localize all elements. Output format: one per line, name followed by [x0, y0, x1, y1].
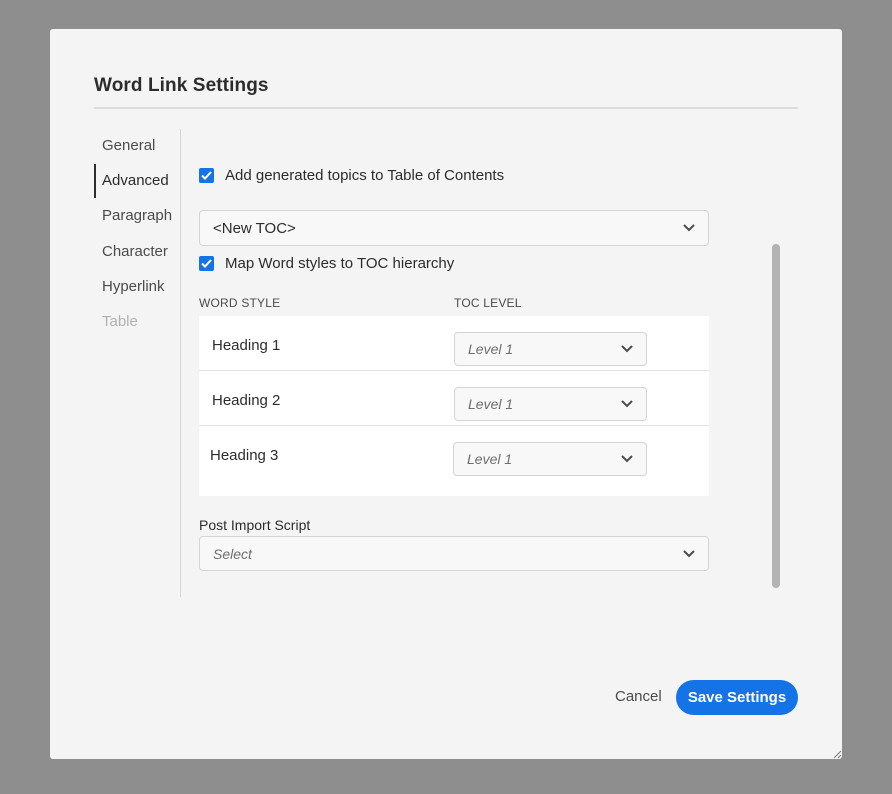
nav-item-advanced[interactable]: Advanced: [94, 164, 174, 198]
title-divider: [94, 107, 798, 109]
toc-level-value: Level 1: [468, 341, 514, 357]
add-to-toc-checkbox[interactable]: [199, 168, 214, 183]
save-settings-button[interactable]: Save Settings: [676, 680, 798, 715]
map-styles-option: Map Word styles to TOC hierarchy: [199, 255, 454, 272]
toc-level-value: Level 1: [468, 396, 514, 412]
toc-level-select[interactable]: Level 1: [454, 387, 647, 421]
table-row: Heading 2 Level 1: [199, 371, 709, 426]
chevron-down-icon: [683, 549, 695, 557]
post-import-script-select[interactable]: Select: [199, 536, 709, 571]
checkmark-icon: [201, 259, 212, 268]
dialog-title: Word Link Settings: [94, 75, 269, 96]
content-scrollbar[interactable]: [772, 244, 780, 588]
nav-item-hyperlink[interactable]: Hyperlink: [94, 270, 174, 304]
cancel-button[interactable]: Cancel: [615, 688, 662, 705]
toc-level-value: Level 1: [467, 451, 513, 467]
settings-dialog: Word Link Settings General Advanced Para…: [50, 29, 842, 759]
toc-select[interactable]: <New TOC>: [199, 210, 709, 246]
word-style-label: Heading 2: [212, 392, 281, 409]
word-style-label: Heading 1: [212, 337, 281, 354]
toc-level-select[interactable]: Level 1: [453, 442, 647, 476]
style-mapping-table: Heading 1 Level 1 Heading 2 Level 1 Head…: [199, 316, 709, 496]
chevron-down-icon: [621, 455, 633, 463]
table-row: Heading 1 Level 1: [199, 316, 709, 371]
nav-item-table: Table: [102, 313, 138, 330]
post-import-script-label: Post Import Script: [199, 517, 311, 533]
toc-level-select[interactable]: Level 1: [454, 332, 647, 366]
toc-level-column-header: TOC LEVEL: [454, 296, 522, 310]
chevron-down-icon: [621, 345, 633, 353]
add-to-toc-option: Add generated topics to Table of Content…: [199, 167, 504, 184]
nav-item-character[interactable]: Character: [94, 235, 174, 269]
chevron-down-icon: [683, 224, 695, 232]
resize-grip-icon[interactable]: [830, 747, 842, 759]
map-styles-checkbox[interactable]: [199, 256, 214, 271]
checkmark-icon: [201, 171, 212, 180]
nav-item-general[interactable]: General: [94, 129, 174, 163]
toc-select-value: <New TOC>: [213, 219, 296, 237]
table-row: Heading 3 Level 1: [199, 426, 709, 481]
word-style-label: Heading 3: [210, 447, 279, 464]
map-styles-label: Map Word styles to TOC hierarchy: [225, 255, 455, 272]
nav-item-paragraph[interactable]: Paragraph: [94, 199, 174, 233]
word-style-column-header: WORD STYLE: [199, 296, 281, 310]
add-to-toc-label: Add generated topics to Table of Content…: [225, 167, 505, 184]
chevron-down-icon: [621, 400, 633, 408]
settings-nav: General Advanced Paragraph Character Hyp…: [94, 129, 181, 597]
post-import-script-value: Select: [213, 545, 252, 562]
